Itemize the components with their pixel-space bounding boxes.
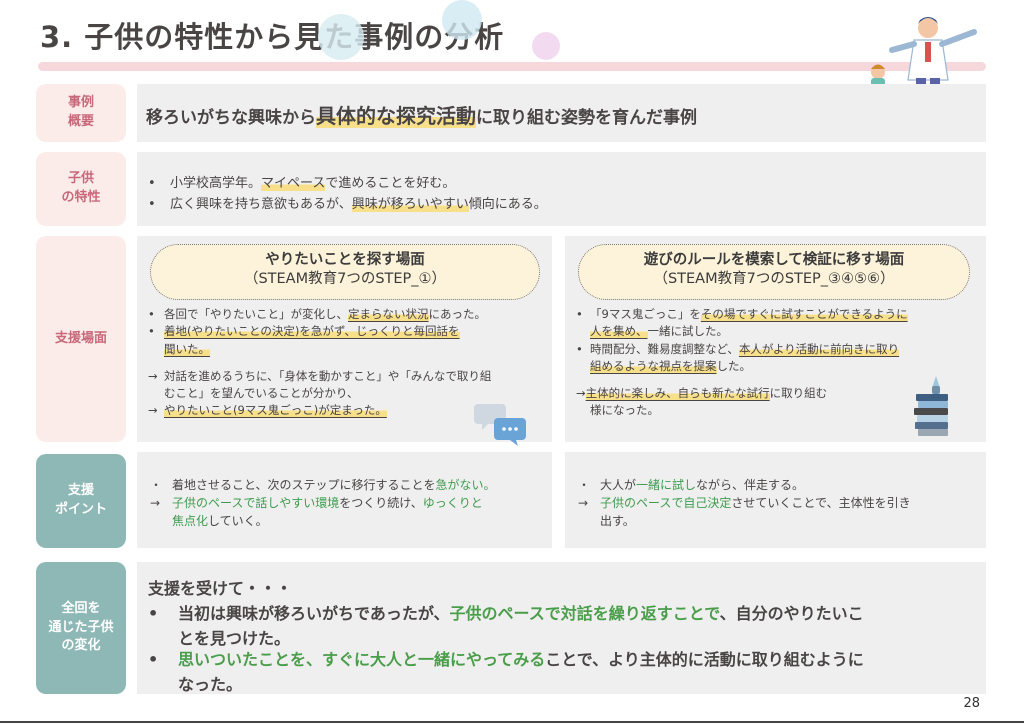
- label-support-scene: 支援場面: [36, 236, 126, 442]
- summary-text: 移ろいがちな興味から具体的な探究活動に取り組む姿勢を育んだ事例: [146, 100, 697, 129]
- change-item: • 当初は興味が移ろいがちであったが、子供のペースで対話を繰り返すことで、自分のや…: [148, 604, 864, 648]
- scene-left-title: やりたいことを探す場面: [265, 252, 425, 268]
- page-title: 3. 子供の特性から見た事例の分析: [40, 20, 505, 54]
- book-stack-icon: [914, 376, 948, 436]
- scene-left-body: • 各回で「やりたいこと」が変化し、定まらない状況にあった。 • 着地(やりたいこと…: [148, 307, 492, 418]
- scene-right-pill: 遊びのルールを模索して検証に移す場面 （STEAM教育7つのSTEP_③④⑤⑥）: [578, 244, 970, 300]
- trait-item: • 小学校高学年。マイペースで進めることを好む。: [148, 176, 456, 191]
- scene-left-step: （STEAM教育7つのSTEP_①）: [243, 270, 447, 287]
- summary-highlight: 具体的な探究活動: [316, 104, 476, 128]
- label-child-traits: 子供 の特性: [36, 152, 126, 226]
- label-support-points: 支援 ポイント: [36, 454, 126, 548]
- decor-dot: [442, 0, 482, 40]
- scene-right-step: （STEAM教育7つのSTEP_③④⑤⑥）: [653, 270, 895, 287]
- points-right-body: ・大人が一緒に試しながら、伴走する。 → 子供のペースで自己決定させていくことで、…: [578, 478, 911, 528]
- points-left-body: ・着地させること、次のステップに移行することを急がない。 → 子供のペースで話しや…: [150, 478, 496, 528]
- scene-left-pill: やりたいことを探す場面 （STEAM教育7つのSTEP_①）: [150, 244, 540, 300]
- page-number: 28: [963, 696, 980, 711]
- label-overall-change: 全回を 通じた子供 の変化: [36, 562, 126, 694]
- summary-pre: 移ろいがちな興味から: [146, 108, 316, 128]
- summary-post: に取り組む姿勢を育んだ事例: [476, 108, 697, 128]
- scene-right-body: • 「9マス鬼ごっこ」をその場ですぐに試すことができるように 人を集め、一緒に試し…: [576, 307, 908, 418]
- change-item: • 思いついたことを、すぐに大人と一緒にやってみることで、より主体的に活動に取り組…: [148, 650, 864, 694]
- decor-dot: [532, 32, 560, 60]
- change-heading: 支援を受けて・・・: [148, 579, 293, 598]
- bottom-rule: [0, 721, 1024, 723]
- label-case-summary: 事例 概要: [36, 84, 126, 142]
- title-underline-bar: [38, 62, 986, 71]
- trait-item: • 広く興味を持ち意欲もあるが、興味が移ろいやすい傾向にある。: [148, 197, 547, 212]
- scene-right-title: 遊びのルールを模索して検証に移す場面: [643, 252, 905, 268]
- chat-bubbles-icon: [474, 404, 526, 446]
- decor-dot: [318, 14, 364, 60]
